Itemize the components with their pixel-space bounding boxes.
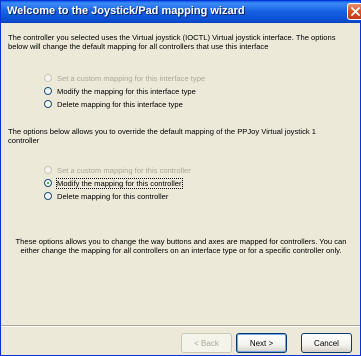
- option-label: Delete mapping for this interface type: [57, 99, 183, 109]
- window-title: Welcome to the Joystick/Pad mapping wiza…: [7, 5, 245, 17]
- back-button[interactable]: < Back: [181, 333, 232, 353]
- option-delete-controller[interactable]: Delete mapping for this controller: [44, 191, 168, 201]
- option-label: Set a custom mapping for this interface …: [57, 73, 206, 83]
- option-label: Set a custom mapping for this controller: [57, 165, 191, 175]
- wizard-window: Welcome to the Joystick/Pad mapping wiza…: [0, 0, 361, 356]
- option-label: Modify the mapping for this interface ty…: [57, 86, 196, 96]
- option-delete-interface[interactable]: Delete mapping for this interface type: [44, 99, 183, 109]
- cancel-button[interactable]: Cancel: [301, 333, 352, 353]
- radio-set-custom-controller[interactable]: [44, 166, 52, 174]
- radio-set-custom-interface[interactable]: [44, 74, 52, 82]
- option-set-custom-interface[interactable]: Set a custom mapping for this interface …: [44, 73, 205, 83]
- radio-delete-interface[interactable]: [44, 100, 52, 108]
- title-bar[interactable]: Welcome to the Joystick/Pad mapping wiza…: [1, 1, 361, 23]
- radio-modify-interface[interactable]: [44, 87, 52, 95]
- option-label: Delete mapping for this controller: [57, 191, 169, 201]
- radio-modify-controller[interactable]: [44, 179, 52, 187]
- button-row: < Back Next > Cancel: [1, 333, 360, 355]
- button-divider: [1, 325, 360, 327]
- info-text: These options allows you to change the w…: [15, 237, 347, 255]
- option-set-custom-controller[interactable]: Set a custom mapping for this controller: [44, 165, 191, 175]
- intro-text: The controller you selected uses the Vir…: [8, 33, 336, 51]
- option-label: Modify the mapping for this controller: [56, 177, 183, 189]
- option-modify-controller[interactable]: Modify the mapping for this controller: [44, 177, 183, 189]
- next-button[interactable]: Next >: [236, 333, 287, 353]
- close-icon: [351, 7, 360, 16]
- radio-delete-controller[interactable]: [44, 192, 52, 200]
- override-text: The options below allows you to override…: [8, 127, 316, 145]
- option-modify-interface[interactable]: Modify the mapping for this interface ty…: [44, 86, 196, 96]
- close-button[interactable]: [347, 3, 361, 20]
